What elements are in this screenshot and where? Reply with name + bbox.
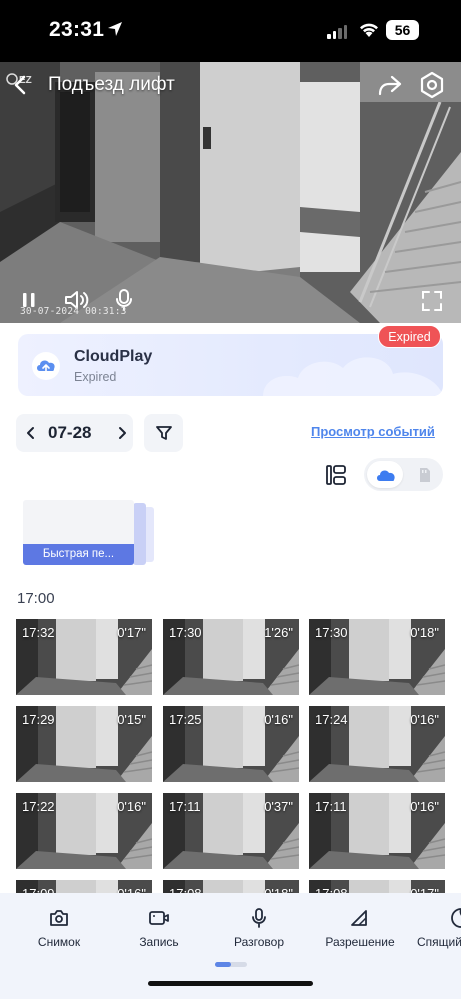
clip-duration: 0'17" [117, 625, 146, 640]
filter-button[interactable] [144, 414, 183, 452]
clip-time: 17:25 [169, 712, 202, 727]
camera-icon [50, 910, 68, 926]
clip-thumbnail[interactable]: 17:30 0'18" [309, 619, 445, 695]
clip-duration: 0'15" [117, 712, 146, 727]
back-arrow-icon[interactable] [10, 73, 32, 97]
fullscreen-icon[interactable] [421, 290, 443, 312]
quick-preview-label: Быстрая пе... [23, 544, 134, 565]
clip-time: 17:24 [315, 712, 348, 727]
clip-thumbnail[interactable]: 17:22 0'16" [16, 793, 152, 869]
clip-time: 17:29 [22, 712, 55, 727]
microphone-icon [252, 908, 266, 928]
clip-thumbnail[interactable]: 17:29 0'15" [16, 706, 152, 782]
clock: 23:31 [49, 18, 105, 41]
snapshot-button[interactable]: Снимок [14, 907, 104, 949]
clip-grid: 17:32 0'17" 17:30 1'26" 17:30 0'18" 17:29 0'15"… [16, 619, 446, 899]
clip-time: 17:30 [169, 625, 202, 640]
talk-button[interactable]: Разговор [214, 907, 304, 949]
clip-time: 17:32 [22, 625, 55, 640]
stack-shadow [133, 503, 146, 565]
clip-duration: 0'16" [264, 712, 293, 727]
battery-indicator: 56 [386, 20, 419, 40]
date-selector: 07-28 [16, 414, 133, 452]
expired-badge: Expired [378, 325, 441, 348]
cloudplay-status: Expired [74, 370, 117, 384]
snapshot-label: Снимок [37, 935, 81, 949]
clip-duration: 0'16" [410, 712, 439, 727]
cloud-storage-option[interactable] [367, 461, 403, 488]
sleep-mode-icon [451, 908, 461, 928]
share-icon[interactable] [376, 72, 404, 98]
cloud-icon [377, 470, 395, 481]
clip-thumbnail[interactable]: 17:32 0'17" [16, 619, 152, 695]
resolution-label: Разрешение [325, 935, 395, 949]
quick-preview-card[interactable]: Быстрая пе... [23, 500, 134, 565]
clip-duration: 0'16" [117, 799, 146, 814]
clip-thumbnail[interactable]: 17:30 1'26" [163, 619, 299, 695]
video-camera-icon [149, 911, 169, 925]
clip-duration: 1'26" [264, 625, 293, 640]
clip-duration: 0'16" [410, 799, 439, 814]
clip-duration: 0'18" [410, 625, 439, 640]
bottom-toolbar: Снимок Запись Разговор Разрешение Спящий [0, 893, 461, 999]
video-header: EZ Подъезд лифт [0, 62, 461, 108]
resolution-icon [351, 910, 367, 926]
cloudplay-title: CloudPlay [74, 348, 153, 365]
record-label: Запись [139, 935, 179, 949]
sleep-button[interactable]: Спящий [414, 907, 461, 949]
sd-card-icon[interactable] [417, 467, 431, 483]
status-bar: 23:31 56 [0, 0, 461, 62]
clip-thumbnail[interactable]: 17:24 0'16" [309, 706, 445, 782]
page-indicator [215, 962, 247, 967]
clip-time: 17:30 [315, 625, 348, 640]
clip-duration: 0'37" [264, 799, 293, 814]
talk-label: Разговор [233, 935, 285, 949]
clip-time: 17:11 [169, 799, 201, 814]
hour-header: 17:00 [17, 590, 55, 607]
resolution-button[interactable]: Разрешение [315, 907, 405, 949]
clip-thumbnail[interactable]: 17:11 0'37" [163, 793, 299, 869]
filter-icon [156, 426, 172, 440]
wifi-icon [360, 23, 378, 37]
cellular-signal-icon [327, 24, 347, 39]
clip-time: 17:11 [315, 799, 347, 814]
storage-toggle [364, 458, 443, 491]
live-video-view[interactable]: EZ Подъезд лифт 30-07-2024 00:31:3 [0, 62, 461, 323]
chevron-left-icon[interactable] [24, 425, 38, 441]
sleep-label: Спящий [417, 935, 461, 949]
home-indicator [148, 981, 313, 986]
clip-time: 17:22 [22, 799, 55, 814]
location-arrow-icon [108, 22, 122, 36]
selected-date[interactable]: 07-28 [48, 423, 91, 443]
settings-gear-icon[interactable] [419, 71, 445, 99]
chevron-right-icon[interactable] [115, 425, 129, 441]
record-button[interactable]: Запись [114, 907, 204, 949]
view-events-link[interactable]: Просмотр событий [311, 424, 435, 439]
camera-title: Подъезд лифт [48, 74, 175, 95]
clip-thumbnail[interactable]: 17:25 0'16" [163, 706, 299, 782]
list-view-icon[interactable] [325, 464, 347, 486]
video-timestamp: 30-07-2024 00:31:3 [20, 306, 127, 317]
cloud-upload-icon [32, 352, 60, 380]
clip-thumbnail[interactable]: 17:11 0'16" [309, 793, 445, 869]
